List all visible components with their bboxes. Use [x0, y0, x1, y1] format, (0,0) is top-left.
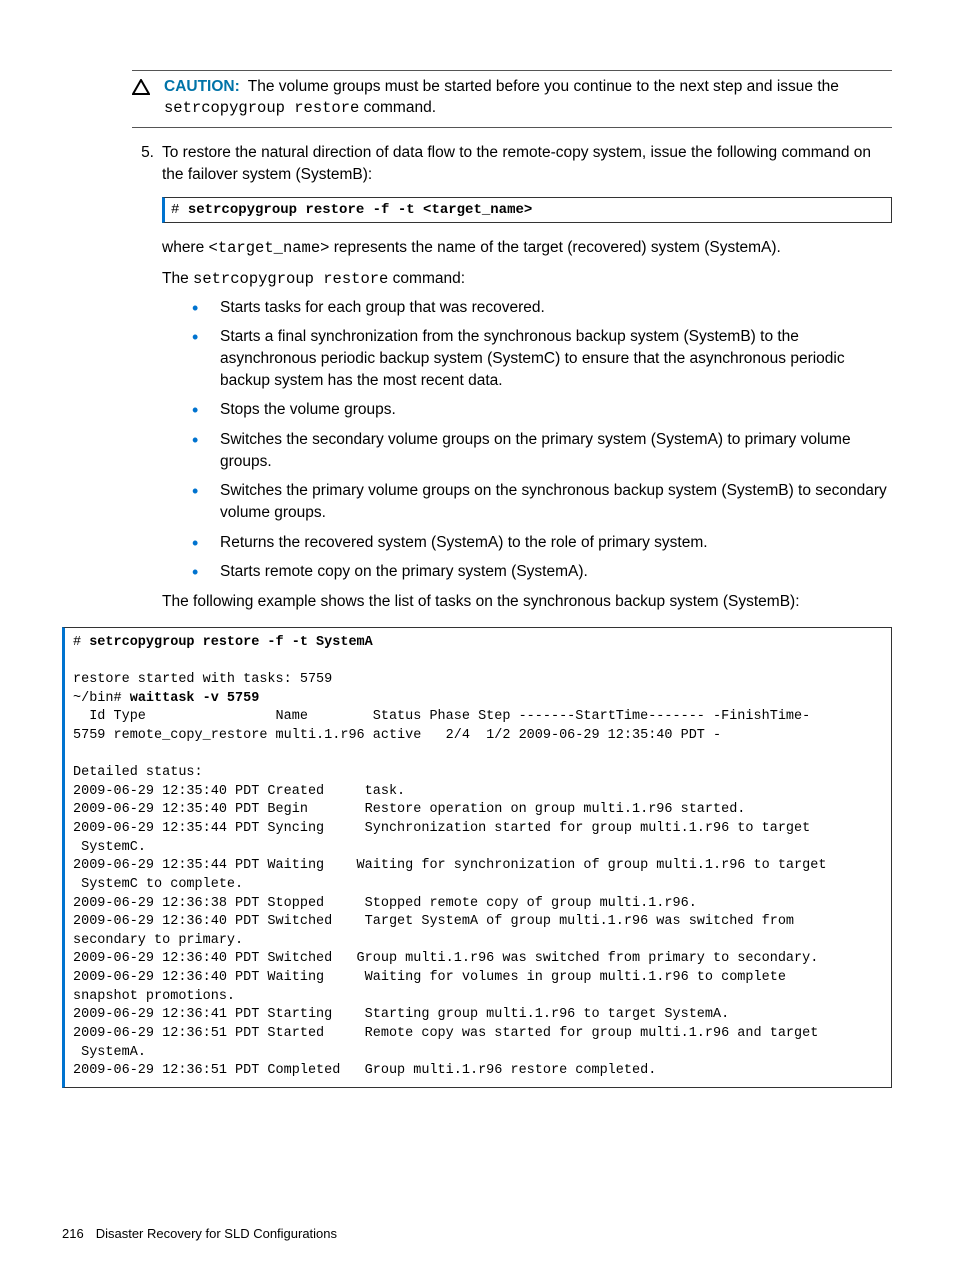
where-prefix: where	[162, 239, 209, 256]
where-code: <target_name>	[209, 239, 330, 257]
bc-l10: 2009-06-29 12:35:40 PDT Begin Restore op…	[73, 802, 745, 817]
bullet-item: Stops the volume groups.	[192, 399, 892, 421]
bc-l12: SystemC.	[73, 840, 146, 855]
the-prefix: The	[162, 270, 193, 287]
bc-l3: restore started with tasks: 5759	[73, 672, 332, 687]
bc-l6: 5759 remote_copy_restore multi.1.r96 act…	[73, 728, 721, 743]
bc-l1p: #	[73, 635, 89, 650]
bc-l22: 2009-06-29 12:36:51 PDT Started Remote c…	[73, 1026, 818, 1041]
step-body: To restore the natural direction of data…	[162, 142, 892, 185]
bc-l19: 2009-06-29 12:36:40 PDT Waiting Waiting …	[73, 970, 794, 985]
bc-l13: 2009-06-29 12:35:44 PDT Waiting Waiting …	[73, 858, 826, 873]
code1-prefix: #	[171, 202, 188, 218]
bc-l17: secondary to primary.	[73, 933, 243, 948]
bc-l4b: waittask -v 5759	[130, 691, 260, 706]
bullet-item: Switches the secondary volume groups on …	[192, 429, 892, 472]
code-block-restore: # setrcopygroup restore -f -t <target_na…	[162, 197, 892, 223]
bc-l20: snapshot promotions.	[73, 989, 235, 1004]
the-code: setrcopygroup restore	[193, 270, 388, 288]
bc-l16: 2009-06-29 12:36:40 PDT Switched Target …	[73, 914, 802, 929]
para-the-command: The setrcopygroup restore command:	[162, 268, 892, 291]
caution-icon	[132, 79, 150, 102]
bc-l15: 2009-06-29 12:36:38 PDT Stopped Stopped …	[73, 896, 697, 911]
code-block-output: # setrcopygroup restore -f -t SystemA re…	[62, 627, 892, 1088]
code1-bold: setrcopygroup restore -f -t <target_name…	[188, 202, 532, 218]
para-following-example: The following example shows the list of …	[162, 591, 892, 613]
bullet-list: Starts tasks for each group that was rec…	[192, 297, 892, 584]
step-5: 5. To restore the natural direction of d…	[124, 142, 892, 185]
where-suffix: represents the name of the target (recov…	[329, 239, 780, 256]
bullet-item: Starts remote copy on the primary system…	[192, 561, 892, 583]
caution-code: setrcopygroup restore	[164, 99, 359, 117]
caution-body-prefix: The volume groups must be started before…	[248, 78, 839, 95]
bc-l21: 2009-06-29 12:36:41 PDT Starting Startin…	[73, 1007, 729, 1022]
bc-l18: 2009-06-29 12:36:40 PDT Switched Group m…	[73, 951, 818, 966]
caution-label: CAUTION:	[164, 78, 240, 95]
caution-body-suffix: command.	[359, 99, 436, 116]
bc-l24: 2009-06-29 12:36:51 PDT Completed Group …	[73, 1063, 656, 1078]
page-footer: 216 Disaster Recovery for SLD Configurati…	[62, 1226, 337, 1241]
the-suffix: command:	[388, 270, 465, 287]
page-number: 216	[62, 1226, 84, 1241]
bc-l9: 2009-06-29 12:35:40 PDT Created task.	[73, 784, 405, 799]
caution-text: CAUTION: The volume groups must be starte…	[164, 77, 892, 119]
bullet-item: Starts a final synchronization from the …	[192, 326, 892, 391]
bullet-item: Switches the primary volume groups on th…	[192, 480, 892, 523]
bullet-item: Starts tasks for each group that was rec…	[192, 297, 892, 319]
bc-l1b: setrcopygroup restore -f -t SystemA	[89, 635, 373, 650]
bc-l14: SystemC to complete.	[73, 877, 243, 892]
footer-title: Disaster Recovery for SLD Configurations	[96, 1226, 337, 1241]
bc-l8: Detailed status:	[73, 765, 203, 780]
bullet-item: Returns the recovered system (SystemA) t…	[192, 532, 892, 554]
bc-l11: 2009-06-29 12:35:44 PDT Syncing Synchron…	[73, 821, 810, 836]
step-number: 5.	[124, 142, 154, 164]
bc-l23: SystemA.	[73, 1045, 146, 1060]
bc-l4p: ~/bin#	[73, 691, 130, 706]
bc-l5: Id Type Name Status Phase Step -------St…	[73, 709, 810, 724]
para-where: where <target_name> represents the name …	[162, 237, 892, 260]
caution-block: CAUTION: The volume groups must be starte…	[132, 70, 892, 128]
